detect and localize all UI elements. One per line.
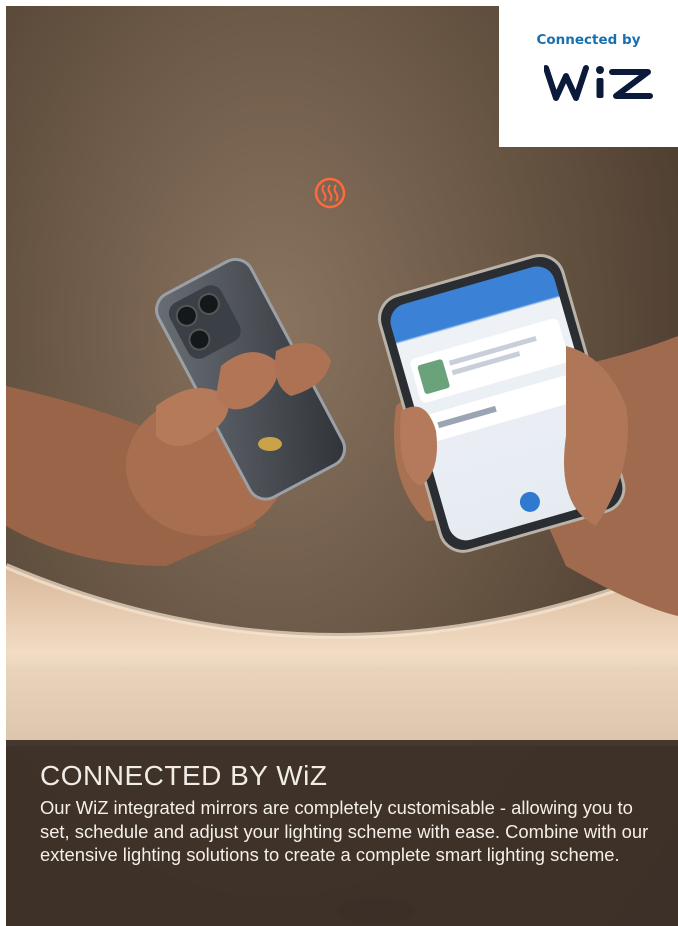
wiz-logo [544, 65, 653, 101]
heat-icon[interactable] [314, 177, 346, 209]
section-body: Our WiZ integrated mirrors are completel… [40, 797, 649, 865]
badge-label: Connected by [536, 32, 641, 48]
info-panel: CONNECTED BY WiZ Our WiZ integrated mirr… [6, 740, 678, 926]
section-heading: CONNECTED BY WiZ [40, 760, 328, 791]
connected-by-wiz-badge: Connected by [499, 6, 678, 147]
